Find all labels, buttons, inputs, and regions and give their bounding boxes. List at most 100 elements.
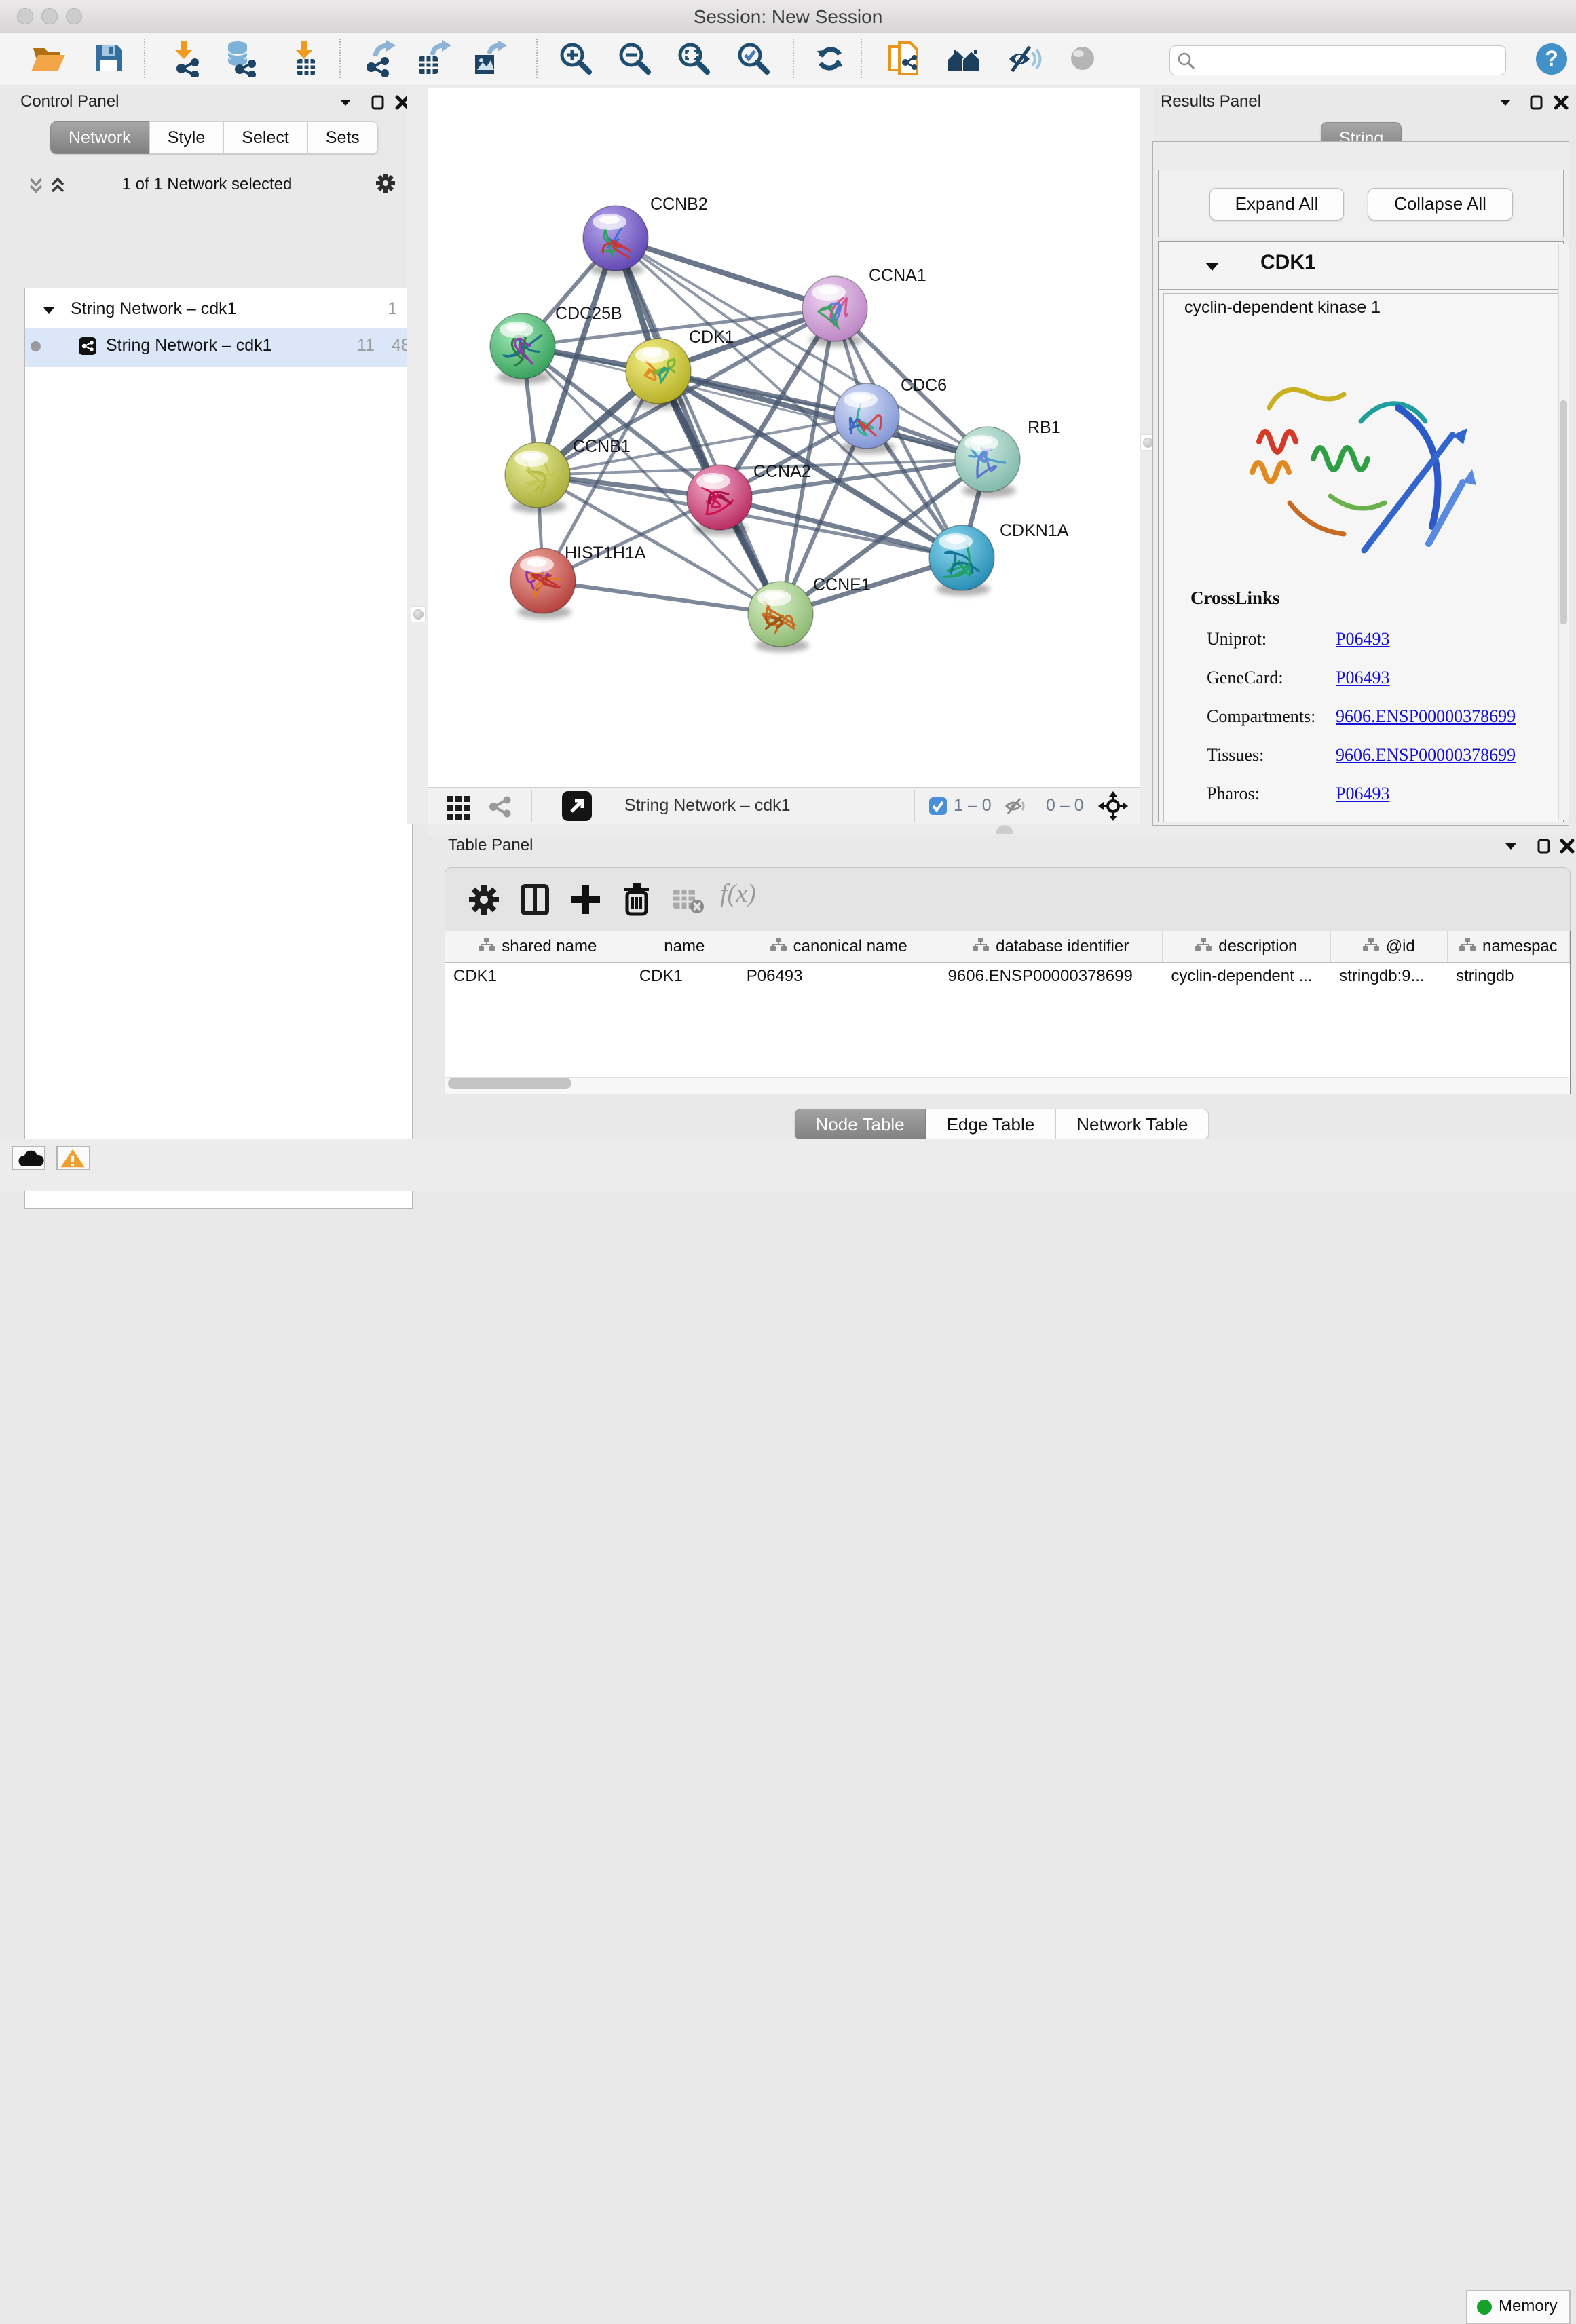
help-button[interactable]: ? — [1535, 43, 1572, 79]
crosslink-link[interactable]: P06493 — [1336, 784, 1389, 804]
results-panel-close-button[interactable] — [1552, 94, 1570, 115]
grid-view-button[interactable] — [445, 793, 472, 824]
save-session-button[interactable] — [90, 40, 127, 77]
network-edge-HIST1H1A-CCNE1[interactable] — [543, 581, 781, 614]
create-column-button[interactable] — [567, 881, 604, 918]
import-network-from-database-button[interactable] — [223, 40, 259, 77]
clone-network-button[interactable] — [886, 40, 922, 77]
gene-expander-icon[interactable] — [1203, 258, 1221, 279]
column-header-database-identifier[interactable]: database identifier — [939, 931, 1162, 962]
zoom-in-button[interactable] — [557, 40, 594, 77]
crosslinks-list: Uniprot:P06493GeneCard:P06493Compartment… — [1207, 620, 1516, 813]
search-input[interactable] — [1201, 47, 1496, 72]
zoom-out-button[interactable] — [616, 40, 653, 77]
export-table-button[interactable] — [415, 40, 451, 77]
column-header-name[interactable]: name — [631, 931, 738, 962]
horizontal-splitter-grip[interactable] — [996, 825, 1013, 834]
control-panel-float-button[interactable] — [369, 94, 387, 115]
fit-content-button[interactable] — [675, 40, 712, 77]
column-header-description[interactable]: description — [1163, 931, 1331, 962]
network-node-CDK1[interactable] — [626, 339, 691, 409]
delete-columns-button[interactable] — [618, 881, 655, 918]
memory-label: Memory — [1499, 2297, 1558, 2316]
table-hscrollbar-track[interactable] — [445, 1077, 1569, 1094]
network-collection-row[interactable]: String Network – cdk1 1 — [25, 292, 412, 330]
results-panel-float-button[interactable] — [1528, 94, 1545, 115]
export-network-button[interactable] — [360, 40, 397, 77]
crosslink-link[interactable]: 9606.ENSP00000378699 — [1336, 745, 1516, 765]
import-table-from-file-button[interactable] — [286, 40, 322, 77]
crosslink-link[interactable]: 9606.ENSP00000378699 — [1336, 706, 1516, 727]
import-network-from-file-button[interactable] — [166, 40, 203, 77]
network-edge-CCNB2-CCNA1[interactable] — [616, 238, 835, 309]
network-node-CCNA2[interactable] — [687, 465, 752, 535]
table-panel-float-button[interactable] — [1535, 837, 1553, 858]
left-splitter-grip[interactable] — [411, 606, 426, 622]
network-node-CDC25B[interactable] — [490, 313, 555, 384]
expand-all-button[interactable]: Expand All — [1209, 188, 1344, 221]
birds-eye-view-button[interactable] — [1098, 791, 1128, 824]
show-starter-panel-button[interactable] — [945, 40, 982, 77]
hidden-elements-icon — [1005, 797, 1027, 819]
table-panel-menu-button[interactable] — [1502, 837, 1520, 858]
memory-button[interactable]: Memory — [1466, 2290, 1571, 2324]
warning-icon — [59, 1148, 86, 1168]
network-canvas[interactable]: CCNB2CCNA1CDC25BCDK1CDC6RB1CCNB1CCNA2CDK… — [428, 88, 1140, 787]
zoom-selected-button[interactable] — [735, 40, 772, 77]
detach-view-button[interactable] — [562, 791, 592, 821]
tab-network[interactable]: Network — [50, 121, 149, 154]
cloud-status-button[interactable] — [12, 1146, 45, 1170]
collection-label: String Network – cdk1 — [71, 299, 237, 319]
collapse-all-button[interactable]: Collapse All — [1368, 188, 1513, 221]
network-node-CCNA1[interactable] — [802, 276, 867, 347]
column-header-namespac[interactable]: namespac — [1448, 931, 1570, 962]
tab-select[interactable]: Select — [223, 121, 307, 154]
network-node-CCNB1[interactable] — [505, 442, 570, 513]
main-toolbar: ? — [0, 33, 1576, 85]
show-columns-button[interactable] — [517, 881, 553, 918]
tab-style[interactable]: Style — [149, 121, 224, 154]
table-hscrollbar-thumb[interactable] — [448, 1078, 571, 1089]
table-options-button[interactable] — [466, 881, 502, 918]
export-image-button[interactable] — [470, 40, 507, 77]
table-panel-close-button[interactable] — [1558, 837, 1576, 858]
results-scrollbar-track[interactable] — [1558, 244, 1569, 820]
export-image-icon — [470, 40, 507, 77]
houses-icon — [945, 40, 982, 77]
tab-sets[interactable]: Sets — [307, 121, 378, 154]
crosslink-row: Compartments:9606.ENSP00000378699 — [1207, 697, 1516, 736]
control-panel-menu-button[interactable] — [337, 94, 354, 115]
network-panel-options-button[interactable] — [375, 172, 396, 197]
right-splitter[interactable] — [1140, 88, 1154, 824]
column-namespace-icon — [1459, 937, 1476, 957]
crosslink-link[interactable]: P06493 — [1336, 629, 1389, 649]
column-namespace-icon — [1195, 937, 1212, 957]
network-node-CDKN1A[interactable] — [929, 525, 994, 596]
column-header-canonical-name[interactable]: canonical name — [738, 931, 940, 962]
tab-node-table[interactable]: Node Table — [795, 1109, 926, 1140]
column-header-shared-name[interactable]: shared name — [445, 931, 631, 962]
network-row-selected[interactable]: String Network – cdk1 11 48 — [25, 328, 412, 367]
network-node-CDC6[interactable] — [834, 383, 899, 454]
node-label-CDC25B: CDC25B — [555, 304, 622, 323]
left-splitter[interactable] — [407, 88, 428, 824]
table-row[interactable]: CDK1CDK1P064939606.ENSP00000378699cyclin… — [445, 963, 1570, 990]
warnings-button[interactable] — [56, 1146, 90, 1170]
horizontal-splitter[interactable] — [428, 824, 1576, 835]
column-namespace-icon — [479, 937, 495, 957]
network-node-RB1[interactable] — [955, 427, 1020, 497]
hide-selected-button[interactable] — [1007, 40, 1043, 77]
results-scrollbar-thumb[interactable] — [1560, 400, 1567, 624]
selected-checkbox[interactable] — [928, 797, 948, 819]
tab-edge-table[interactable]: Edge Table — [926, 1109, 1056, 1140]
column-header--id[interactable]: @id — [1331, 931, 1448, 962]
refresh-view-button[interactable] — [812, 40, 848, 77]
network-view-mode-button[interactable] — [486, 793, 513, 824]
tab-network-table[interactable]: Network Table — [1055, 1109, 1209, 1140]
results-panel-menu-button[interactable] — [1497, 94, 1514, 115]
crosslink-link[interactable]: P06493 — [1336, 668, 1389, 688]
open-session-button[interactable] — [29, 40, 66, 77]
show-hidden-button[interactable] — [1064, 40, 1101, 77]
tree-expander-icon[interactable] — [41, 303, 56, 322]
network-node-CCNE1[interactable] — [748, 582, 813, 652]
